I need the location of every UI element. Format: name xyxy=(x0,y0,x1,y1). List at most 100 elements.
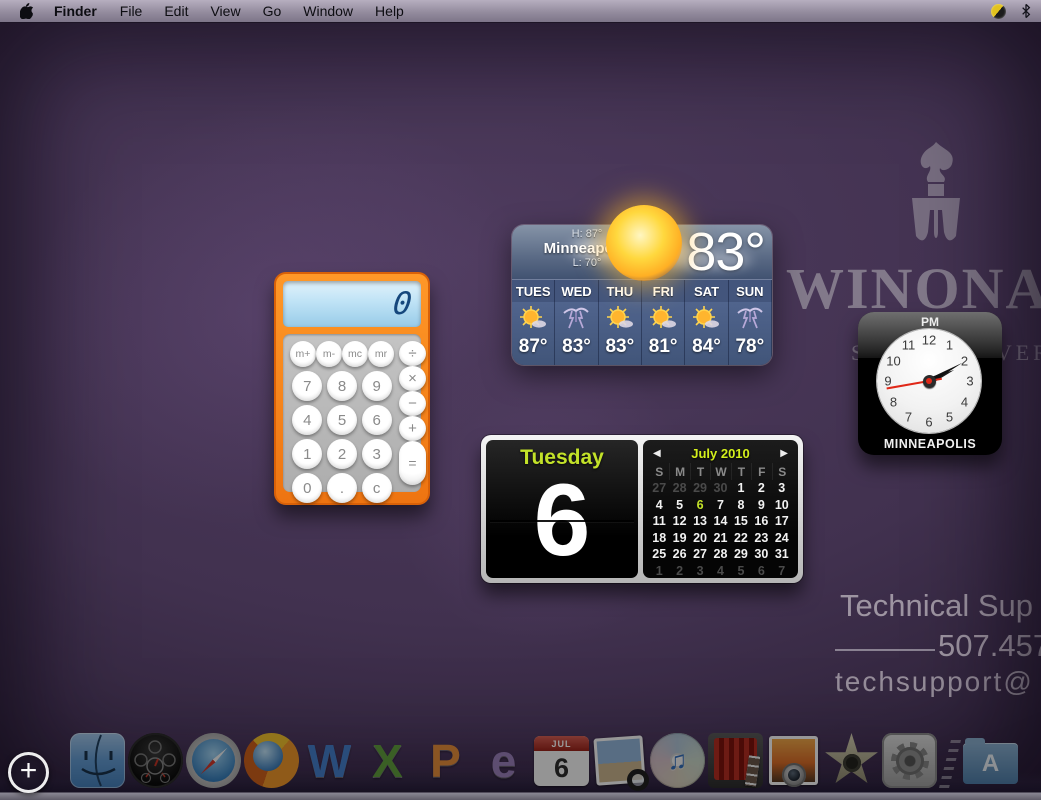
calc-key-0[interactable]: 0 xyxy=(292,473,322,503)
calendar-date: 13 xyxy=(690,513,710,530)
clock-city: MINNEAPOLIS xyxy=(858,437,1002,451)
calendar-dow-label: W xyxy=(710,463,730,480)
calendar-date: 14 xyxy=(710,513,730,530)
calc-key-5[interactable]: 5 xyxy=(327,405,357,435)
calendar-widget[interactable]: Tuesday 6 ◀ July 2010 ▶ SMTWTFS 27282930… xyxy=(481,435,803,583)
calendar-date: 29 xyxy=(690,480,710,497)
menu-item-file[interactable]: File xyxy=(109,0,154,22)
calendar-date: 1 xyxy=(649,563,669,580)
calc-key-mr[interactable]: mr xyxy=(368,341,394,367)
support-title: Technical Sup xyxy=(840,588,1033,624)
calc-key-9[interactable]: 9 xyxy=(362,371,392,401)
calc-key-mc[interactable]: mc xyxy=(342,341,368,367)
dock-icon-imovie[interactable] xyxy=(824,733,879,788)
dock-icon-word[interactable]: W xyxy=(302,733,357,788)
calc-key-8[interactable]: 8 xyxy=(327,371,357,401)
calculator-widget[interactable]: 0 m+m-mcmr 789 456 123 0.c ÷×−+= xyxy=(274,272,430,505)
clock-number-8: 8 xyxy=(890,394,897,409)
calc-key-3[interactable]: 3 xyxy=(362,439,392,469)
menu-item-go[interactable]: Go xyxy=(252,0,293,22)
calc-key-7[interactable]: 7 xyxy=(292,371,322,401)
forecast-column: 87° xyxy=(512,302,555,365)
menu-item-help[interactable]: Help xyxy=(364,0,415,22)
dock-icon-entourage[interactable]: e xyxy=(476,733,531,788)
calculator-digit-grid: 789 456 123 0.c xyxy=(290,371,394,503)
calc-key-.[interactable]: . xyxy=(327,473,357,503)
calc-key-m-[interactable]: m- xyxy=(316,341,342,367)
ical-month-label: JUL xyxy=(534,736,589,751)
calc-key-c[interactable]: c xyxy=(362,473,392,503)
calculator-keypad: m+m-mcmr 7894561230.c ÷×−+= xyxy=(283,334,421,492)
dock-icon-photobooth[interactable] xyxy=(708,733,763,788)
calc-key-operator[interactable]: ÷ xyxy=(399,341,426,366)
add-widget-button[interactable]: + xyxy=(8,752,49,793)
calendar-dow-label: S xyxy=(649,463,669,480)
dock-icon-excel[interactable]: X xyxy=(360,733,415,788)
menu-items: FileEditViewGoWindowHelp xyxy=(109,0,415,22)
calendar-dow-row: SMTWTFS xyxy=(649,463,792,480)
sun-cloud-icon xyxy=(605,304,635,334)
dock-icon-ical[interactable]: JUL6 xyxy=(534,733,589,788)
clock-widget[interactable]: PM 121234567891011 MINNEAPOLIS xyxy=(858,312,1002,455)
calendar-date: 24 xyxy=(772,530,792,547)
calendar-dow-label: T xyxy=(690,463,710,480)
apple-logo-glyph xyxy=(20,3,34,19)
calc-key-operator[interactable]: × xyxy=(399,366,426,391)
calc-key-6[interactable]: 6 xyxy=(362,405,392,435)
color-wheel-icon[interactable] xyxy=(991,4,1006,19)
calendar-prev-arrow[interactable]: ◀ xyxy=(649,448,665,459)
dock-icon-firefox[interactable] xyxy=(244,733,299,788)
calendar-next-arrow[interactable]: ▶ xyxy=(776,448,792,459)
calc-key-operator[interactable]: + xyxy=(399,416,426,441)
dock-icon-system-preferences[interactable] xyxy=(882,733,937,788)
calendar-date: 4 xyxy=(710,563,730,580)
forecast-day-label: THU xyxy=(599,280,642,303)
calendar-date: 21 xyxy=(710,530,730,547)
menu-item-view[interactable]: View xyxy=(199,0,251,22)
calendar-date: 23 xyxy=(751,530,771,547)
dock-icon-preview[interactable] xyxy=(592,733,647,788)
dock: WXPeJUL6 ♫ A xyxy=(70,733,1018,788)
storm-icon xyxy=(735,302,765,336)
loupe-icon xyxy=(627,769,649,791)
weather-widget[interactable]: H: 87° Minneapolis L: 70° 83° TUESWEDTHU… xyxy=(512,225,772,365)
forecast-column: 78° xyxy=(729,302,772,365)
calc-key-1[interactable]: 1 xyxy=(292,439,322,469)
storm-icon xyxy=(735,304,765,334)
calc-key-equals[interactable]: = xyxy=(399,441,426,485)
forecast-column: 83° xyxy=(599,302,642,365)
calendar-date: 29 xyxy=(731,546,751,563)
support-divider-line xyxy=(835,649,935,651)
apple-menu-icon[interactable] xyxy=(12,3,42,19)
calc-key-2[interactable]: 2 xyxy=(327,439,357,469)
calculator-memory-row: m+m-mcmr xyxy=(290,341,394,367)
clock-number-4: 4 xyxy=(961,394,968,409)
dock-icon-itunes[interactable]: ♫ xyxy=(650,733,705,788)
clock-number-3: 3 xyxy=(966,374,973,389)
menu-item-window[interactable]: Window xyxy=(292,0,364,22)
dock-icon-applications[interactable]: A xyxy=(963,733,1018,788)
menu-item-finder[interactable]: Finder xyxy=(42,0,109,22)
calendar-date: 11 xyxy=(649,513,669,530)
calendar-date: 12 xyxy=(669,513,689,530)
dock-icon-powerpoint[interactable]: P xyxy=(418,733,473,788)
dock-icon-iphoto[interactable] xyxy=(766,733,821,788)
calendar-date: 25 xyxy=(649,546,669,563)
menu-item-edit[interactable]: Edit xyxy=(153,0,199,22)
forecast-day-label: SUN xyxy=(729,280,772,303)
support-phone: 507.457 xyxy=(938,628,1041,664)
clock-number-10: 10 xyxy=(886,353,900,368)
bluetooth-icon[interactable] xyxy=(1021,3,1031,19)
calc-key-operator[interactable]: − xyxy=(399,391,426,416)
clock-number-6: 6 xyxy=(925,415,932,430)
dock-icon-dashboard[interactable] xyxy=(128,733,183,788)
calendar-dow-label: T xyxy=(731,463,751,480)
dock-icon-safari[interactable] xyxy=(186,733,241,788)
calendar-date: 20 xyxy=(690,530,710,547)
weather-current-temp: 83° xyxy=(686,225,765,283)
forecast-column: 83° xyxy=(555,302,598,365)
forecast-temp: 83° xyxy=(605,336,634,358)
dock-icon-finder[interactable] xyxy=(70,733,125,788)
calc-key-m+[interactable]: m+ xyxy=(290,341,316,367)
calc-key-4[interactable]: 4 xyxy=(292,405,322,435)
